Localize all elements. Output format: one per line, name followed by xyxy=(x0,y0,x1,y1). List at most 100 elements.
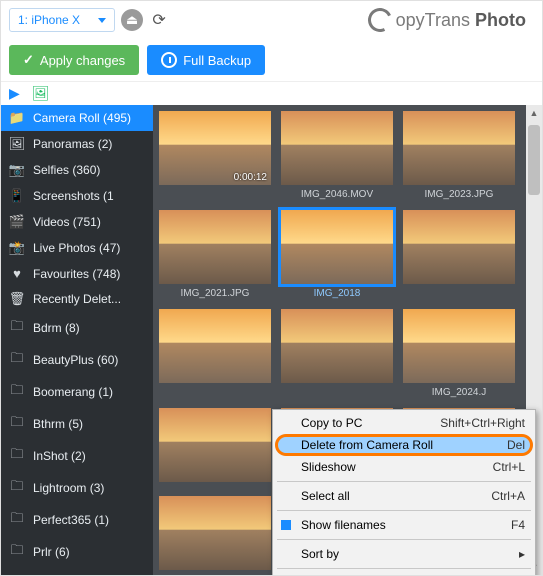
thumb-caption: IMG_2024.J xyxy=(432,387,486,398)
thumbnail[interactable]: IMG_1984.JPG xyxy=(159,496,271,575)
thumb-caption: IMG_2021.JPG xyxy=(181,288,250,299)
scroll-up-icon[interactable]: ▲ xyxy=(526,105,542,121)
album-icon: 🎬 xyxy=(9,214,25,230)
thumb-caption: IMG_1984.JPG xyxy=(181,574,250,575)
chevron-right-icon: ▸ xyxy=(519,547,525,561)
thumb-image xyxy=(281,210,393,284)
eject-button[interactable]: ⏏ xyxy=(121,9,143,31)
brand-c-icon xyxy=(364,5,395,36)
sidebar-item-14[interactable]: 🗀Perfect365 (1) xyxy=(1,504,153,536)
ctx-shortcut: Ctrl+A xyxy=(491,489,525,503)
album-label: Bdrm (8) xyxy=(33,321,80,335)
play-icon[interactable]: ▶ xyxy=(9,85,20,102)
album-icon: 📸 xyxy=(9,240,25,256)
thumb-image xyxy=(403,210,515,284)
device-selector[interactable]: 1: iPhone X xyxy=(9,8,115,32)
ctx-separator xyxy=(277,568,531,569)
album-label: Bthrm (5) xyxy=(33,417,83,431)
album-icon: 🗀 xyxy=(9,413,25,435)
ctx-item-slideshow[interactable]: SlideshowCtrl+L xyxy=(275,456,533,478)
ctx-shortcut: Ctrl+L xyxy=(493,460,525,474)
thumb-caption: IMG_2023.JPG xyxy=(425,189,494,200)
ctx-item-select-all[interactable]: Select allCtrl+A xyxy=(275,485,533,507)
sidebar-item-0[interactable]: 📁Camera Roll (495) xyxy=(1,105,153,131)
thumbnail[interactable]: IMG_2018 xyxy=(281,210,393,299)
album-icon: 📁 xyxy=(9,110,25,126)
sidebar-item-16[interactable]: 🗀Snapchat (31) xyxy=(1,568,153,575)
ctx-label: Show filenames xyxy=(301,518,511,532)
ctx-item-copy-to-pc[interactable]: Copy to PCShift+Ctrl+Right xyxy=(275,412,533,434)
thumbnail[interactable]: IMG_2023.JPG xyxy=(403,111,515,200)
app-window: 1: iPhone X ⏏ ⟳ opyTrans Photo Apply cha… xyxy=(0,0,543,576)
thumb-image xyxy=(159,309,271,383)
thumb-image xyxy=(403,309,515,383)
ctx-item-sort-by[interactable]: Sort by▸ xyxy=(275,543,533,565)
thumb-caption: IMG_2046.MOV xyxy=(301,189,373,200)
sidebar-item-6[interactable]: ♥Favourites (748) xyxy=(1,261,153,286)
device-label: 1: iPhone X xyxy=(18,13,80,27)
ctx-label: Select all xyxy=(301,489,491,503)
thumb-image xyxy=(281,111,393,185)
thumbnail[interactable]: IMG_2024.J xyxy=(403,309,515,398)
ctx-shortcut: Shift+Ctrl+Right xyxy=(440,416,525,430)
sidebar-item-4[interactable]: 🎬Videos (751) xyxy=(1,209,153,235)
image-icon[interactable]: 🖼 xyxy=(32,85,50,102)
thumbnail[interactable]: IMG_2021.JPG xyxy=(159,210,271,299)
sidebar-item-5[interactable]: 📸Live Photos (47) xyxy=(1,235,153,261)
thumbnail[interactable] xyxy=(403,210,515,299)
album-icon: 🗀 xyxy=(9,349,25,371)
ctx-item-delete-from-camera-roll[interactable]: Delete from Camera RollDel xyxy=(275,434,533,456)
album-label: Perfect365 (1) xyxy=(33,513,109,527)
sidebar-item-11[interactable]: 🗀 Bthrm (5) xyxy=(1,408,153,440)
album-label: Recently Delet... xyxy=(33,292,121,306)
sidebar-item-2[interactable]: 📷 Selfies (360) xyxy=(1,157,153,183)
album-label: Boomerang (1) xyxy=(33,385,113,399)
album-icon: 📷 xyxy=(9,162,25,178)
sidebar-item-9[interactable]: 🗀 BeautyPlus (60) xyxy=(1,344,153,376)
album-label: BeautyPlus (60) xyxy=(33,353,118,367)
thumbnail[interactable] xyxy=(159,309,271,398)
album-label: Screenshots (1 xyxy=(33,189,114,203)
ctx-item-show-filenames[interactable]: Show filenamesF4 xyxy=(275,514,533,536)
thumbnail[interactable] xyxy=(159,408,271,486)
thumbnail[interactable] xyxy=(281,309,393,398)
album-label: Prlr (6) xyxy=(33,545,70,559)
sidebar-item-8[interactable]: 🗀 Bdrm (8) xyxy=(1,312,153,344)
thumbnail[interactable]: IMG_2046.MOV xyxy=(281,111,393,200)
album-icon: 🖼 xyxy=(9,136,25,152)
full-backup-button[interactable]: Full Backup xyxy=(147,45,265,75)
scroll-handle[interactable] xyxy=(528,125,540,195)
sidebar-item-15[interactable]: 🗀 Prlr (6) xyxy=(1,536,153,568)
thumbnail[interactable]: 0:00:12 xyxy=(159,111,271,200)
ctx-label: Sort by xyxy=(301,547,519,561)
chevron-down-icon xyxy=(98,18,106,23)
brand-logo: opyTrans Photo xyxy=(368,8,534,32)
ctx-item-properties[interactable]: Properties▸ xyxy=(275,572,533,575)
sidebar-item-7[interactable]: 🗑Recently Delet... xyxy=(1,286,153,312)
album-sidebar: 📁Camera Roll (495) 🖼 Panoramas (2) 📷 Selfies… xyxy=(1,105,153,575)
apply-changes-button[interactable]: Apply changes xyxy=(9,45,139,75)
action-row: Apply changes Full Backup xyxy=(1,39,542,81)
sidebar-item-10[interactable]: 🗀 Boomerang (1) xyxy=(1,376,153,408)
ctx-label: Copy to PC xyxy=(301,416,440,430)
eject-icon: ⏏ xyxy=(126,12,138,28)
sidebar-item-13[interactable]: 🗀Lightroom (3) xyxy=(1,472,153,504)
ctx-label: Slideshow xyxy=(301,460,493,474)
refresh-icon: ⟳ xyxy=(152,10,165,30)
duration-badge: 0:00:12 xyxy=(234,172,267,183)
ctx-separator xyxy=(277,510,531,511)
thumb-image xyxy=(403,111,515,185)
sidebar-item-3[interactable]: 📱Screenshots (1 xyxy=(1,183,153,209)
refresh-button[interactable]: ⟳ xyxy=(149,10,169,30)
album-icon: 🗀 xyxy=(9,381,25,403)
context-menu: Copy to PCShift+Ctrl+RightDelete from Ca… xyxy=(272,409,536,575)
thumb-caption: IMG_2018 xyxy=(314,288,361,299)
sidebar-item-1[interactable]: 🖼 Panoramas (2) xyxy=(1,131,153,157)
sidebar-item-12[interactable]: 🗀InShot (2) xyxy=(1,440,153,472)
backup-label: Full Backup xyxy=(183,53,251,68)
album-label: Selfies (360) xyxy=(33,163,100,177)
album-icon: 🗀 xyxy=(9,317,25,339)
album-label: Panoramas (2) xyxy=(33,137,112,151)
album-icon: 🗀 xyxy=(9,541,25,563)
thumb-image xyxy=(281,309,393,383)
